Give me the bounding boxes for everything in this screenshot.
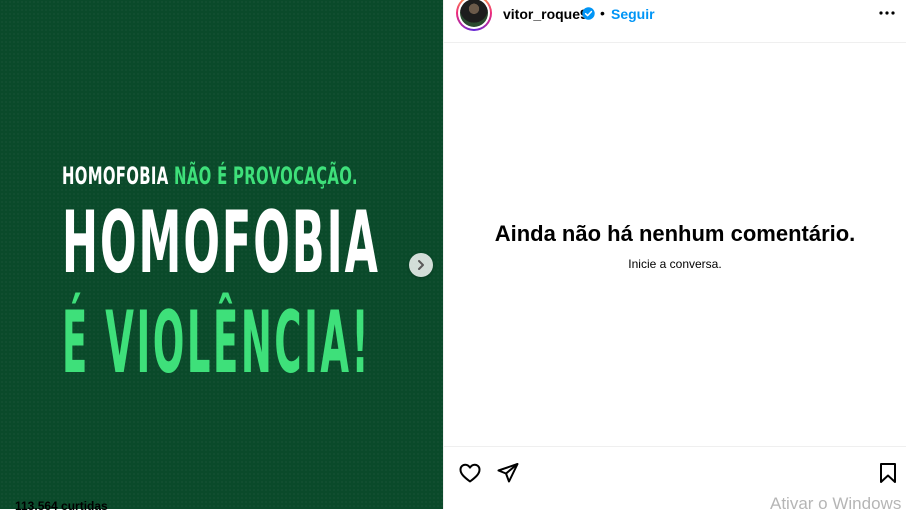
bookmark-icon [880,463,896,483]
verified-badge-icon [582,7,595,20]
more-options-icon [879,11,895,15]
likes-count[interactable]: 113.564 curtidas [15,499,108,513]
paper-plane-icon [497,463,519,483]
empty-comments-subtitle: Inicie a conversa. [628,257,722,271]
poster-line-1: HOMOFOBIA NÃO É PROVOCAÇÃO. [62,158,443,194]
empty-comments-title: Ainda não há nenhum comentário. [494,221,856,246]
poster-line-2: HOMOFOBIA [62,193,380,293]
save-button[interactable] [876,461,900,485]
poster-text: HOMOFOBIA NÃO É PROVOCAÇÃO. HOMOFOBIA É … [62,158,443,386]
poster-line-3: É VIOLÊNCIA! [62,293,372,393]
chevron-right-icon [418,260,424,270]
avatar[interactable] [456,0,492,31]
post-header: vitor_roque9 • Seguir [444,0,906,43]
post-media: HOMOFOBIA NÃO É PROVOCAÇÃO. HOMOFOBIA É … [0,0,443,509]
username-link[interactable]: vitor_roque9 [503,6,588,22]
separator-dot: • [600,5,605,21]
follow-button[interactable]: Seguir [611,6,655,22]
poster-line-1-green: NÃO É PROVOCAÇÃO. [174,162,358,190]
post-side-panel: vitor_roque9 • Seguir Ainda não há nenhu… [443,0,906,509]
poster-line-1-white: HOMOFOBIA [62,162,169,190]
windows-activation-watermark: Ativar o Windows [770,494,902,513]
heart-icon [459,463,481,483]
share-button[interactable] [496,461,520,485]
next-slide-button[interactable] [409,253,433,277]
more-options-button[interactable] [877,5,897,21]
like-button[interactable] [458,461,482,485]
